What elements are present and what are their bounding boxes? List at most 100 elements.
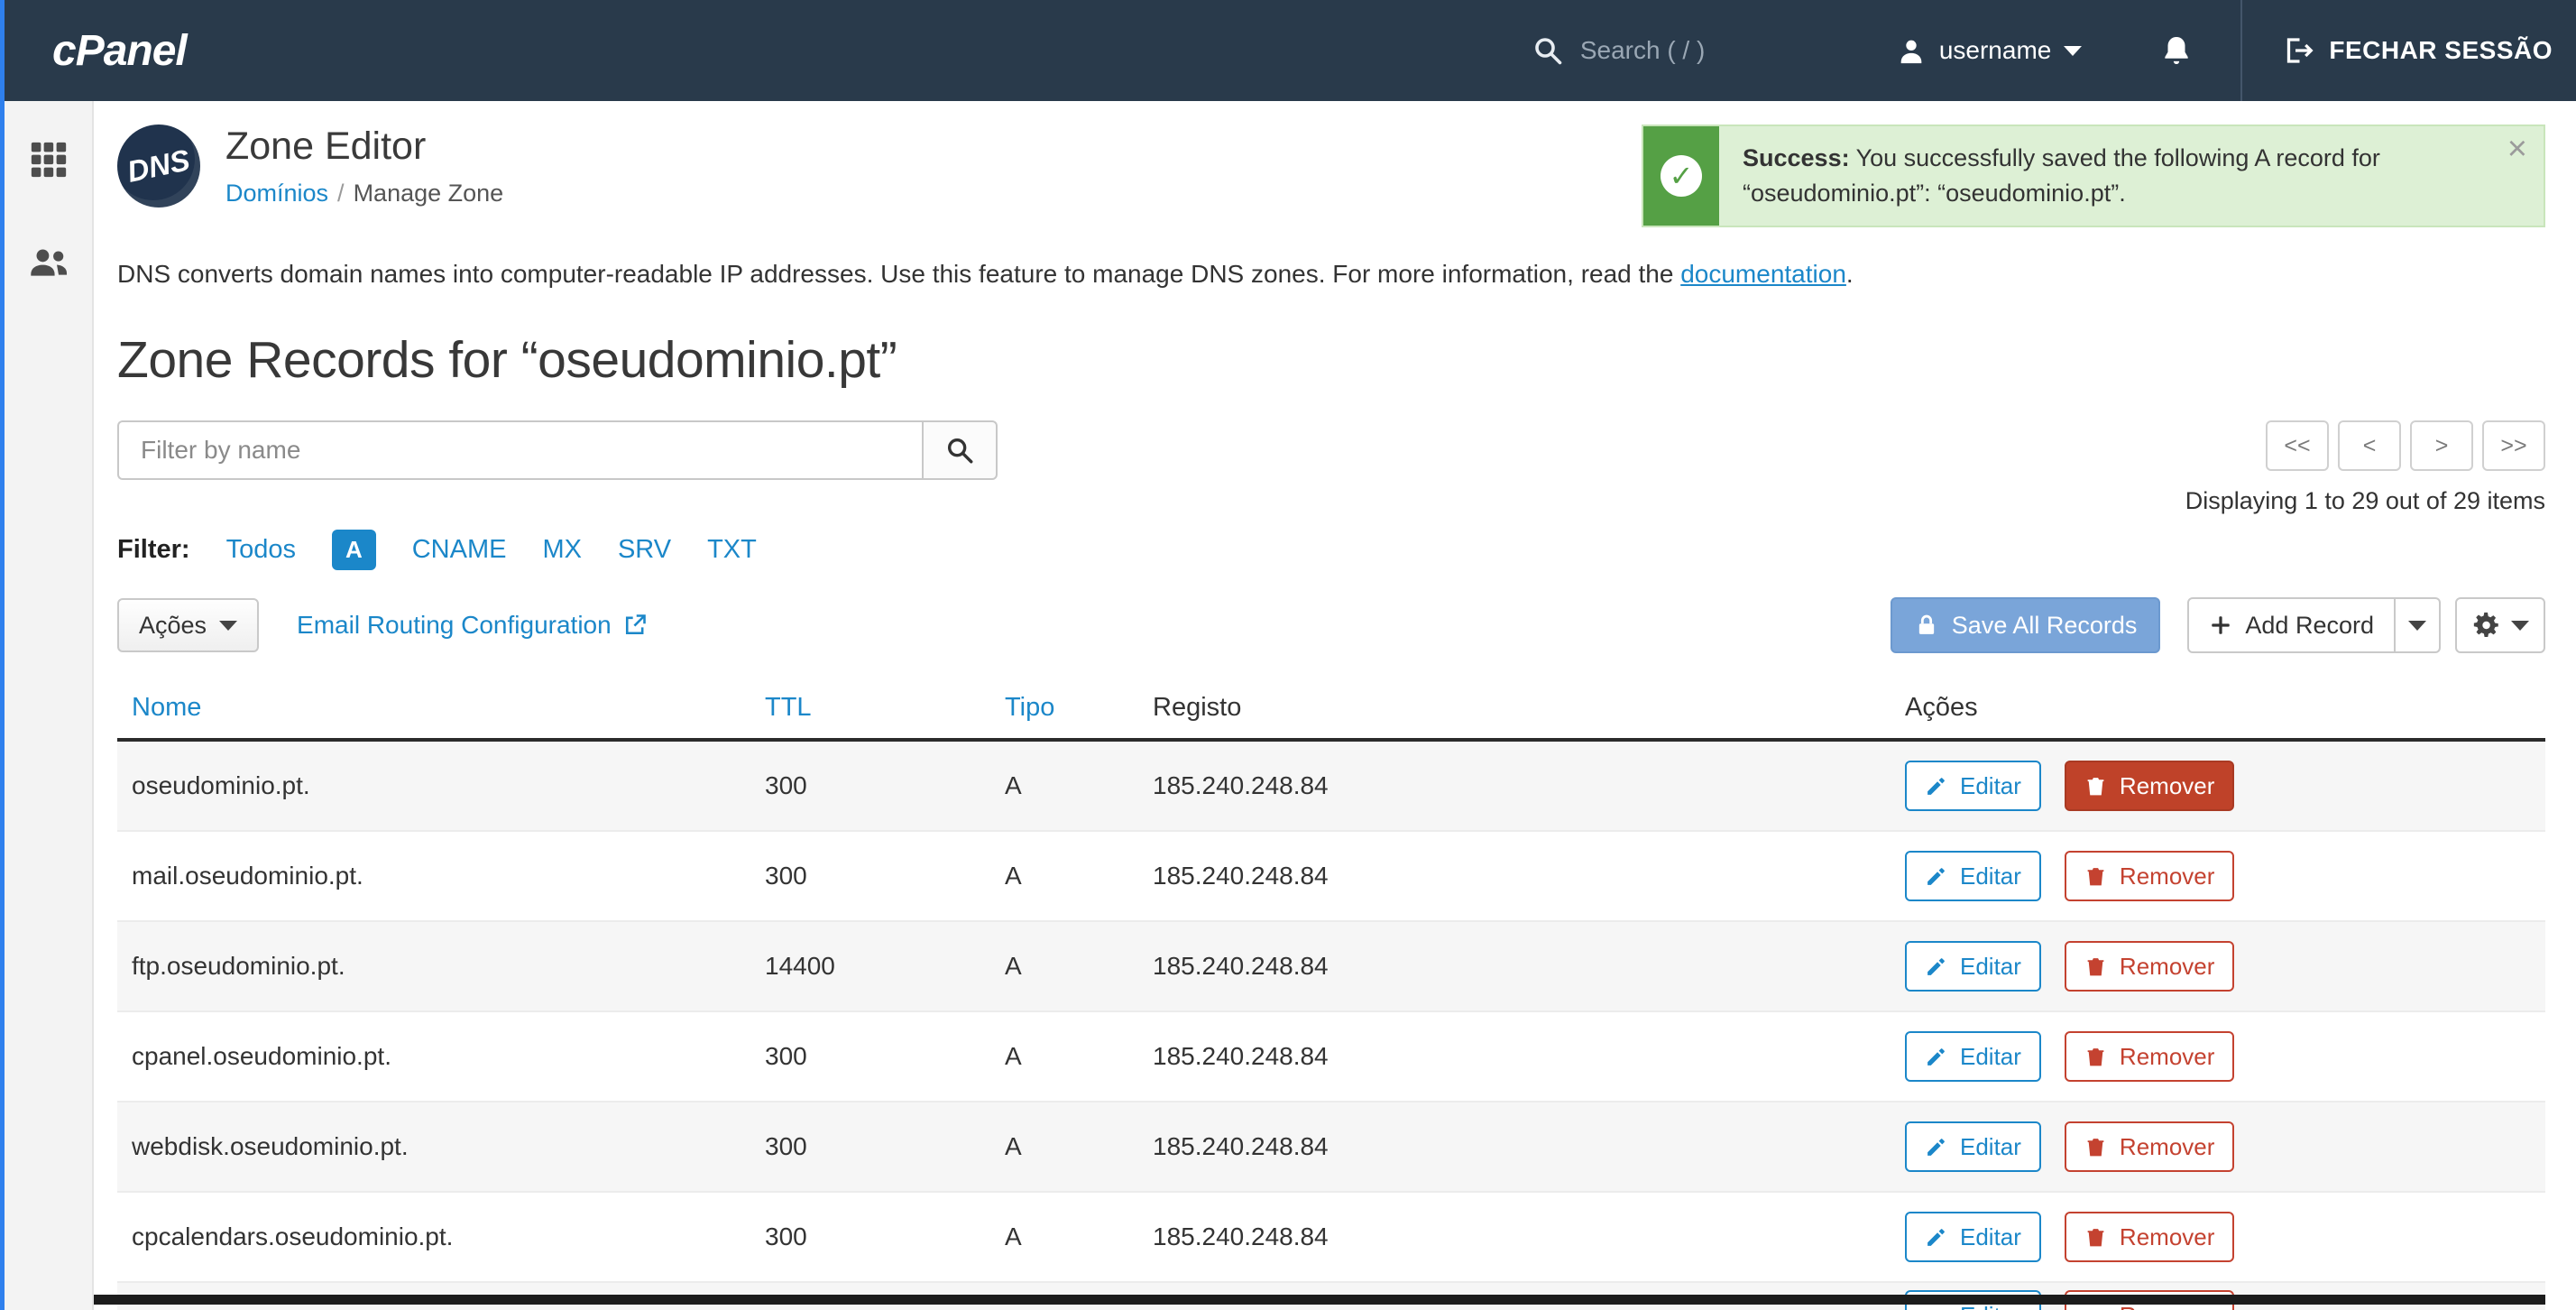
table-row: cpanel.oseudominio.pt. 300 A 185.240.248… — [117, 1012, 2545, 1102]
trash-icon — [2084, 1305, 2107, 1310]
save-all-records-button[interactable]: Save All Records — [1891, 597, 2161, 653]
trash-icon — [2084, 865, 2107, 888]
column-header-tipo[interactable]: Tipo — [1005, 693, 1153, 723]
record-value: 185.240.248.84 — [1153, 1222, 1905, 1251]
logout-label: FECHAR SESSÃO — [2329, 36, 2553, 65]
documentation-link[interactable]: documentation — [1680, 260, 1846, 288]
breadcrumb: Domínios/Manage Zone — [225, 180, 503, 208]
remove-label: Remover — [2120, 1043, 2214, 1071]
trash-icon — [2084, 955, 2107, 978]
chevron-down-icon — [2064, 46, 2082, 56]
actions-dropdown-button[interactable]: Ações — [117, 598, 259, 652]
chevron-down-icon — [2511, 621, 2529, 631]
record-ttl: 300 — [765, 771, 1005, 800]
row-actions: Editar Remover — [1905, 941, 2545, 992]
remove-button[interactable]: Remover — [2065, 761, 2234, 811]
intro-before: DNS converts domain names into computer-… — [117, 260, 1680, 288]
record-type: A — [1005, 862, 1153, 890]
edit-button[interactable]: Editar — [1905, 761, 2041, 811]
edit-button[interactable]: Editar — [1905, 1212, 2041, 1262]
remove-label: Remover — [2120, 1133, 2214, 1161]
actions-dropdown-label: Ações — [139, 612, 207, 640]
logout-button[interactable]: FECHAR SESSÃO — [2240, 0, 2576, 101]
edit-button[interactable]: Editar — [1905, 1121, 2041, 1172]
filter-chip-todos[interactable]: Todos — [226, 535, 296, 565]
sidebar-item-apps[interactable] — [28, 139, 69, 185]
filter-chip-txt[interactable]: TXT — [707, 535, 757, 565]
page-title-small: Zone Editor — [225, 125, 503, 169]
record-type: A — [1005, 952, 1153, 981]
remove-button[interactable]: Remover — [2065, 1031, 2234, 1082]
filter-chip-srv[interactable]: SRV — [618, 535, 671, 565]
filter-chip-a[interactable]: A — [332, 530, 376, 570]
save-all-records-label: Save All Records — [1952, 612, 2138, 640]
edit-label: Editar — [1960, 1043, 2021, 1071]
pagination-first-button[interactable]: << — [2266, 420, 2329, 471]
remove-button[interactable]: Remover — [2065, 1212, 2234, 1262]
intro-after: . — [1846, 260, 1854, 288]
notifications-button[interactable] — [2159, 33, 2194, 68]
main-content: DNS Zone Editor Domínios/Manage Zone ✓ S… — [94, 101, 2576, 1310]
record-value: 185.240.248.84 — [1153, 1132, 1905, 1161]
search-icon — [944, 435, 975, 466]
page-header: DNS Zone Editor Domínios/Manage Zone ✓ S… — [117, 125, 2545, 227]
record-name: oseudominio.pt. — [132, 771, 765, 800]
viewport-bottom-divider — [94, 1295, 2545, 1305]
record-type: A — [1005, 1222, 1153, 1251]
edit-label: Editar — [1960, 953, 2021, 981]
toolbar-row: Ações Email Routing Configuration Save A… — [117, 597, 2545, 653]
row-actions: Editar Remover — [1905, 1121, 2545, 1172]
check-circle-icon: ✓ — [1661, 155, 1702, 197]
add-record-button[interactable]: Add Record — [2187, 597, 2396, 653]
remove-button[interactable]: Remover — [2065, 941, 2234, 992]
page-header-left: DNS Zone Editor Domínios/Manage Zone — [117, 125, 503, 208]
success-alert-icon-box: ✓ — [1643, 126, 1719, 226]
record-value: 185.240.248.84 — [1153, 952, 1905, 981]
filter-chip-mx[interactable]: MX — [542, 535, 582, 565]
pagination-next-button[interactable]: > — [2410, 420, 2473, 471]
column-header-nome[interactable]: Nome — [132, 693, 765, 723]
pagination-prev-button[interactable]: < — [2338, 420, 2401, 471]
toolbar-right: Save All Records Add Record — [1891, 597, 2545, 653]
record-ttl: 14400 — [765, 952, 1005, 981]
navbar-search[interactable] — [1532, 34, 1797, 67]
record-value: 185.240.248.84 — [1153, 771, 1905, 800]
user-menu[interactable]: username — [1896, 35, 2083, 66]
breadcrumb-dominios-link[interactable]: Domínios — [225, 180, 328, 207]
pencil-icon — [1925, 1046, 1947, 1068]
edit-button[interactable]: Editar — [1905, 941, 2041, 992]
column-header-ttl[interactable]: TTL — [765, 693, 1005, 723]
edit-button[interactable]: Editar — [1905, 851, 2041, 901]
trash-icon — [2084, 1046, 2107, 1068]
record-name: cpanel.oseudominio.pt. — [132, 1042, 765, 1071]
record-type: A — [1005, 1132, 1153, 1161]
pencil-icon — [1925, 1136, 1947, 1158]
row-actions: Editar Remover — [1905, 851, 2545, 901]
table-row: oseudominio.pt. 300 A 185.240.248.84 Edi… — [117, 742, 2545, 832]
trash-icon — [2084, 1136, 2107, 1158]
edit-label: Editar — [1960, 772, 2021, 800]
table-row: webdisk.oseudominio.pt. 300 A 185.240.24… — [117, 1102, 2545, 1193]
sidebar-item-contacts[interactable] — [28, 241, 69, 287]
success-alert-bold: Success: — [1743, 144, 1850, 171]
record-ttl: 300 — [765, 862, 1005, 890]
pagination-last-button[interactable]: >> — [2482, 420, 2545, 471]
edit-label: Editar — [1960, 1133, 2021, 1161]
filter-search-button[interactable] — [922, 420, 998, 480]
remove-button[interactable]: Remover — [2065, 1121, 2234, 1172]
dns-app-icon: DNS — [117, 125, 200, 208]
remove-button[interactable]: Remover — [2065, 851, 2234, 901]
row-actions: Editar Remover — [1905, 1031, 2545, 1082]
window-edge-strip — [0, 0, 5, 1310]
email-routing-link[interactable]: Email Routing Configuration — [297, 611, 648, 640]
alert-close-icon[interactable]: × — [2507, 132, 2527, 166]
navbar-search-input[interactable] — [1580, 36, 1797, 65]
table-row: mail.oseudominio.pt. 300 A 185.240.248.8… — [117, 832, 2545, 922]
dns-badge-label: DNS — [124, 143, 193, 189]
add-record-dropdown-toggle[interactable] — [2396, 597, 2441, 653]
filter-by-name-input[interactable] — [117, 420, 922, 480]
table-settings-button[interactable] — [2455, 597, 2545, 653]
filter-chip-cname[interactable]: CNAME — [412, 535, 507, 565]
edit-button[interactable]: Editar — [1905, 1031, 2041, 1082]
pagination-buttons: << < > >> — [2266, 420, 2545, 471]
